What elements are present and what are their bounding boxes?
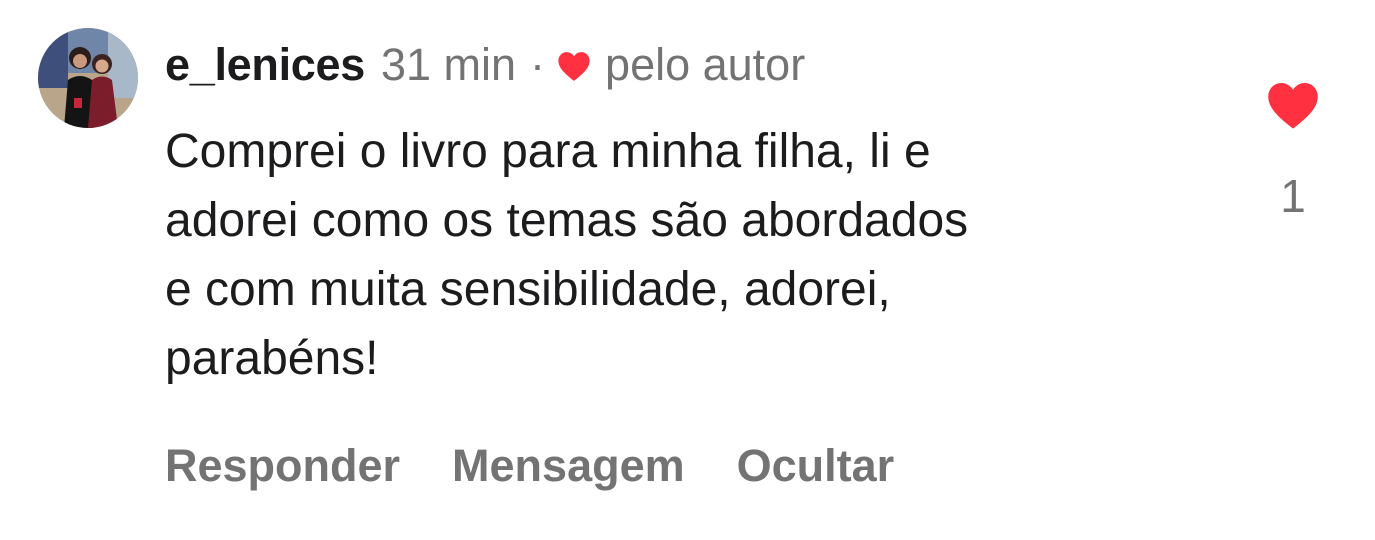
timestamp: 31 min xyxy=(380,39,517,90)
comment-actions: Responder Mensagem Ocultar xyxy=(165,436,946,496)
like-count[interactable]: 1 xyxy=(1280,168,1306,224)
avatar[interactable] xyxy=(38,28,138,128)
username[interactable]: e_lenices xyxy=(165,36,365,94)
comment-text-line: adorei como os temas são abordados xyxy=(165,194,969,247)
heart-icon[interactable] xyxy=(1266,80,1320,130)
liked-by-author-label: pelo autor xyxy=(605,39,806,90)
avatar-photo xyxy=(38,28,138,128)
hide-button[interactable]: Ocultar xyxy=(737,440,895,492)
comment-text: Comprei o livro para minha filha, li e a… xyxy=(165,117,1225,393)
comment-text-line: Comprei o livro para minha filha, li e xyxy=(165,125,931,178)
message-button[interactable]: Mensagem xyxy=(452,440,685,492)
comment: e_lenices 31 min · pelo autor Comprei o … xyxy=(0,0,1375,540)
like-control: 1 xyxy=(1264,80,1322,224)
separator: · xyxy=(530,39,546,90)
reply-button[interactable]: Responder xyxy=(165,440,400,492)
comment-header: e_lenices 31 min · pelo autor xyxy=(165,36,805,94)
comment-text-line: e com muita sensibilidade, adorei, xyxy=(165,263,891,316)
comment-text-line: parabéns! xyxy=(165,332,379,385)
heart-icon xyxy=(557,49,591,83)
